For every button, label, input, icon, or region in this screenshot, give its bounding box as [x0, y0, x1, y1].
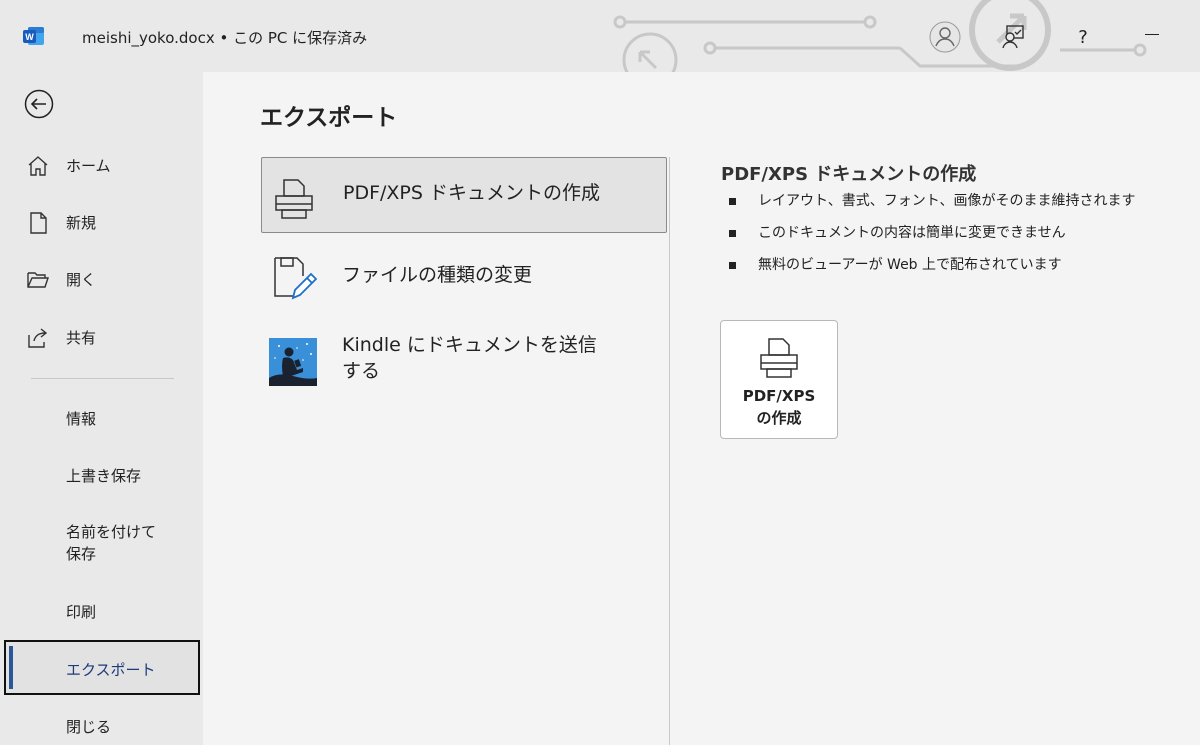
printer-icon — [760, 338, 798, 378]
sidebar-item-label: 共有 — [66, 328, 97, 347]
option-label: PDF/XPS ドキュメントの作成 — [343, 182, 600, 204]
option-send-to-kindle[interactable]: Kindle にドキュメントを送信 する — [261, 322, 667, 398]
sidebar-item-open[interactable]: 開く — [0, 264, 203, 294]
sidebar-item-save[interactable]: 上書き保存 — [0, 460, 203, 490]
sidebar-item-label: エクスポート — [66, 661, 156, 679]
open-folder-icon — [27, 272, 49, 288]
sidebar-item-share[interactable]: 共有 — [0, 322, 203, 352]
word-logo-icon: W — [23, 27, 44, 45]
selection-indicator — [9, 646, 13, 689]
document-title: meishi_yoko.docx • この PC に保存済み — [82, 29, 368, 47]
list-item: レイアウト、書式、フォント、画像がそのまま維持されます — [727, 190, 1135, 222]
sidebar-item-home[interactable]: ホーム — [0, 150, 203, 180]
new-document-icon — [30, 212, 47, 234]
pane-divider — [669, 157, 670, 745]
sidebar-item-label: 印刷 — [66, 602, 97, 621]
sidebar-item-label: 上書き保存 — [66, 466, 142, 485]
sidebar-item-save-as[interactable]: 名前を付けて 保存 — [0, 521, 203, 569]
option-label: ファイルの種類の変更 — [342, 264, 533, 286]
help-icon[interactable]: ? — [1066, 20, 1100, 54]
sidebar-item-export[interactable]: エクスポート — [4, 640, 200, 695]
sidebar-item-label: 閉じる — [66, 717, 112, 736]
export-pane: エクスポート PDF/XPS ドキュメントの作成 ファイルの種類の変更 Kind… — [203, 72, 1200, 745]
option-create-pdf-xps[interactable]: PDF/XPS ドキュメントの作成 — [261, 157, 667, 233]
minimize-button[interactable] — [1145, 34, 1159, 35]
create-pdf-xps-button[interactable]: PDF/XPS の作成 — [720, 320, 838, 439]
detail-title: PDF/XPS ドキュメントの作成 — [721, 164, 977, 185]
title-bar: W meishi_yoko.docx • この PC に保存済み ? — [0, 0, 1200, 72]
kindle-icon — [269, 338, 317, 386]
sidebar-item-label: ホーム — [66, 156, 111, 175]
back-arrow-icon[interactable] — [24, 89, 54, 119]
sidebar-divider — [31, 378, 174, 379]
share-icon — [28, 328, 48, 348]
sidebar-item-info[interactable]: 情報 — [0, 403, 203, 433]
coauthor-icon[interactable] — [997, 20, 1031, 54]
sidebar-item-label: 名前を付けて 保存 — [66, 523, 157, 563]
detail-bullets: レイアウト、書式、フォント、画像がそのまま維持されます このドキュメントの内容は… — [727, 190, 1135, 286]
backstage-sidebar: ホーム 新規 開く 共有 情報 上書き保存 名前を付けて 保存 印刷 エクスポー… — [0, 72, 203, 745]
file-edit-icon — [274, 257, 317, 300]
home-icon — [28, 156, 48, 176]
sidebar-item-label: 情報 — [66, 409, 97, 428]
printer-icon — [275, 179, 313, 219]
svg-text:W: W — [25, 32, 34, 42]
sidebar-item-label: 開く — [66, 270, 97, 289]
button-label: PDF/XPS の作成 — [742, 387, 816, 427]
option-change-file-type[interactable]: ファイルの種類の変更 — [261, 238, 667, 314]
sidebar-item-print[interactable]: 印刷 — [0, 596, 203, 626]
sidebar-item-close[interactable]: 閉じる — [0, 711, 203, 741]
account-icon[interactable] — [928, 20, 962, 54]
option-label: Kindle にドキュメントを送信 する — [342, 334, 597, 382]
list-item: このドキュメントの内容は簡単に変更できません — [727, 222, 1135, 254]
sidebar-item-new[interactable]: 新規 — [0, 207, 203, 237]
sidebar-item-label: 新規 — [66, 213, 97, 232]
page-title: エクスポート — [260, 105, 398, 131]
list-item: 無料のビューアーが Web 上で配布されています — [727, 254, 1135, 286]
